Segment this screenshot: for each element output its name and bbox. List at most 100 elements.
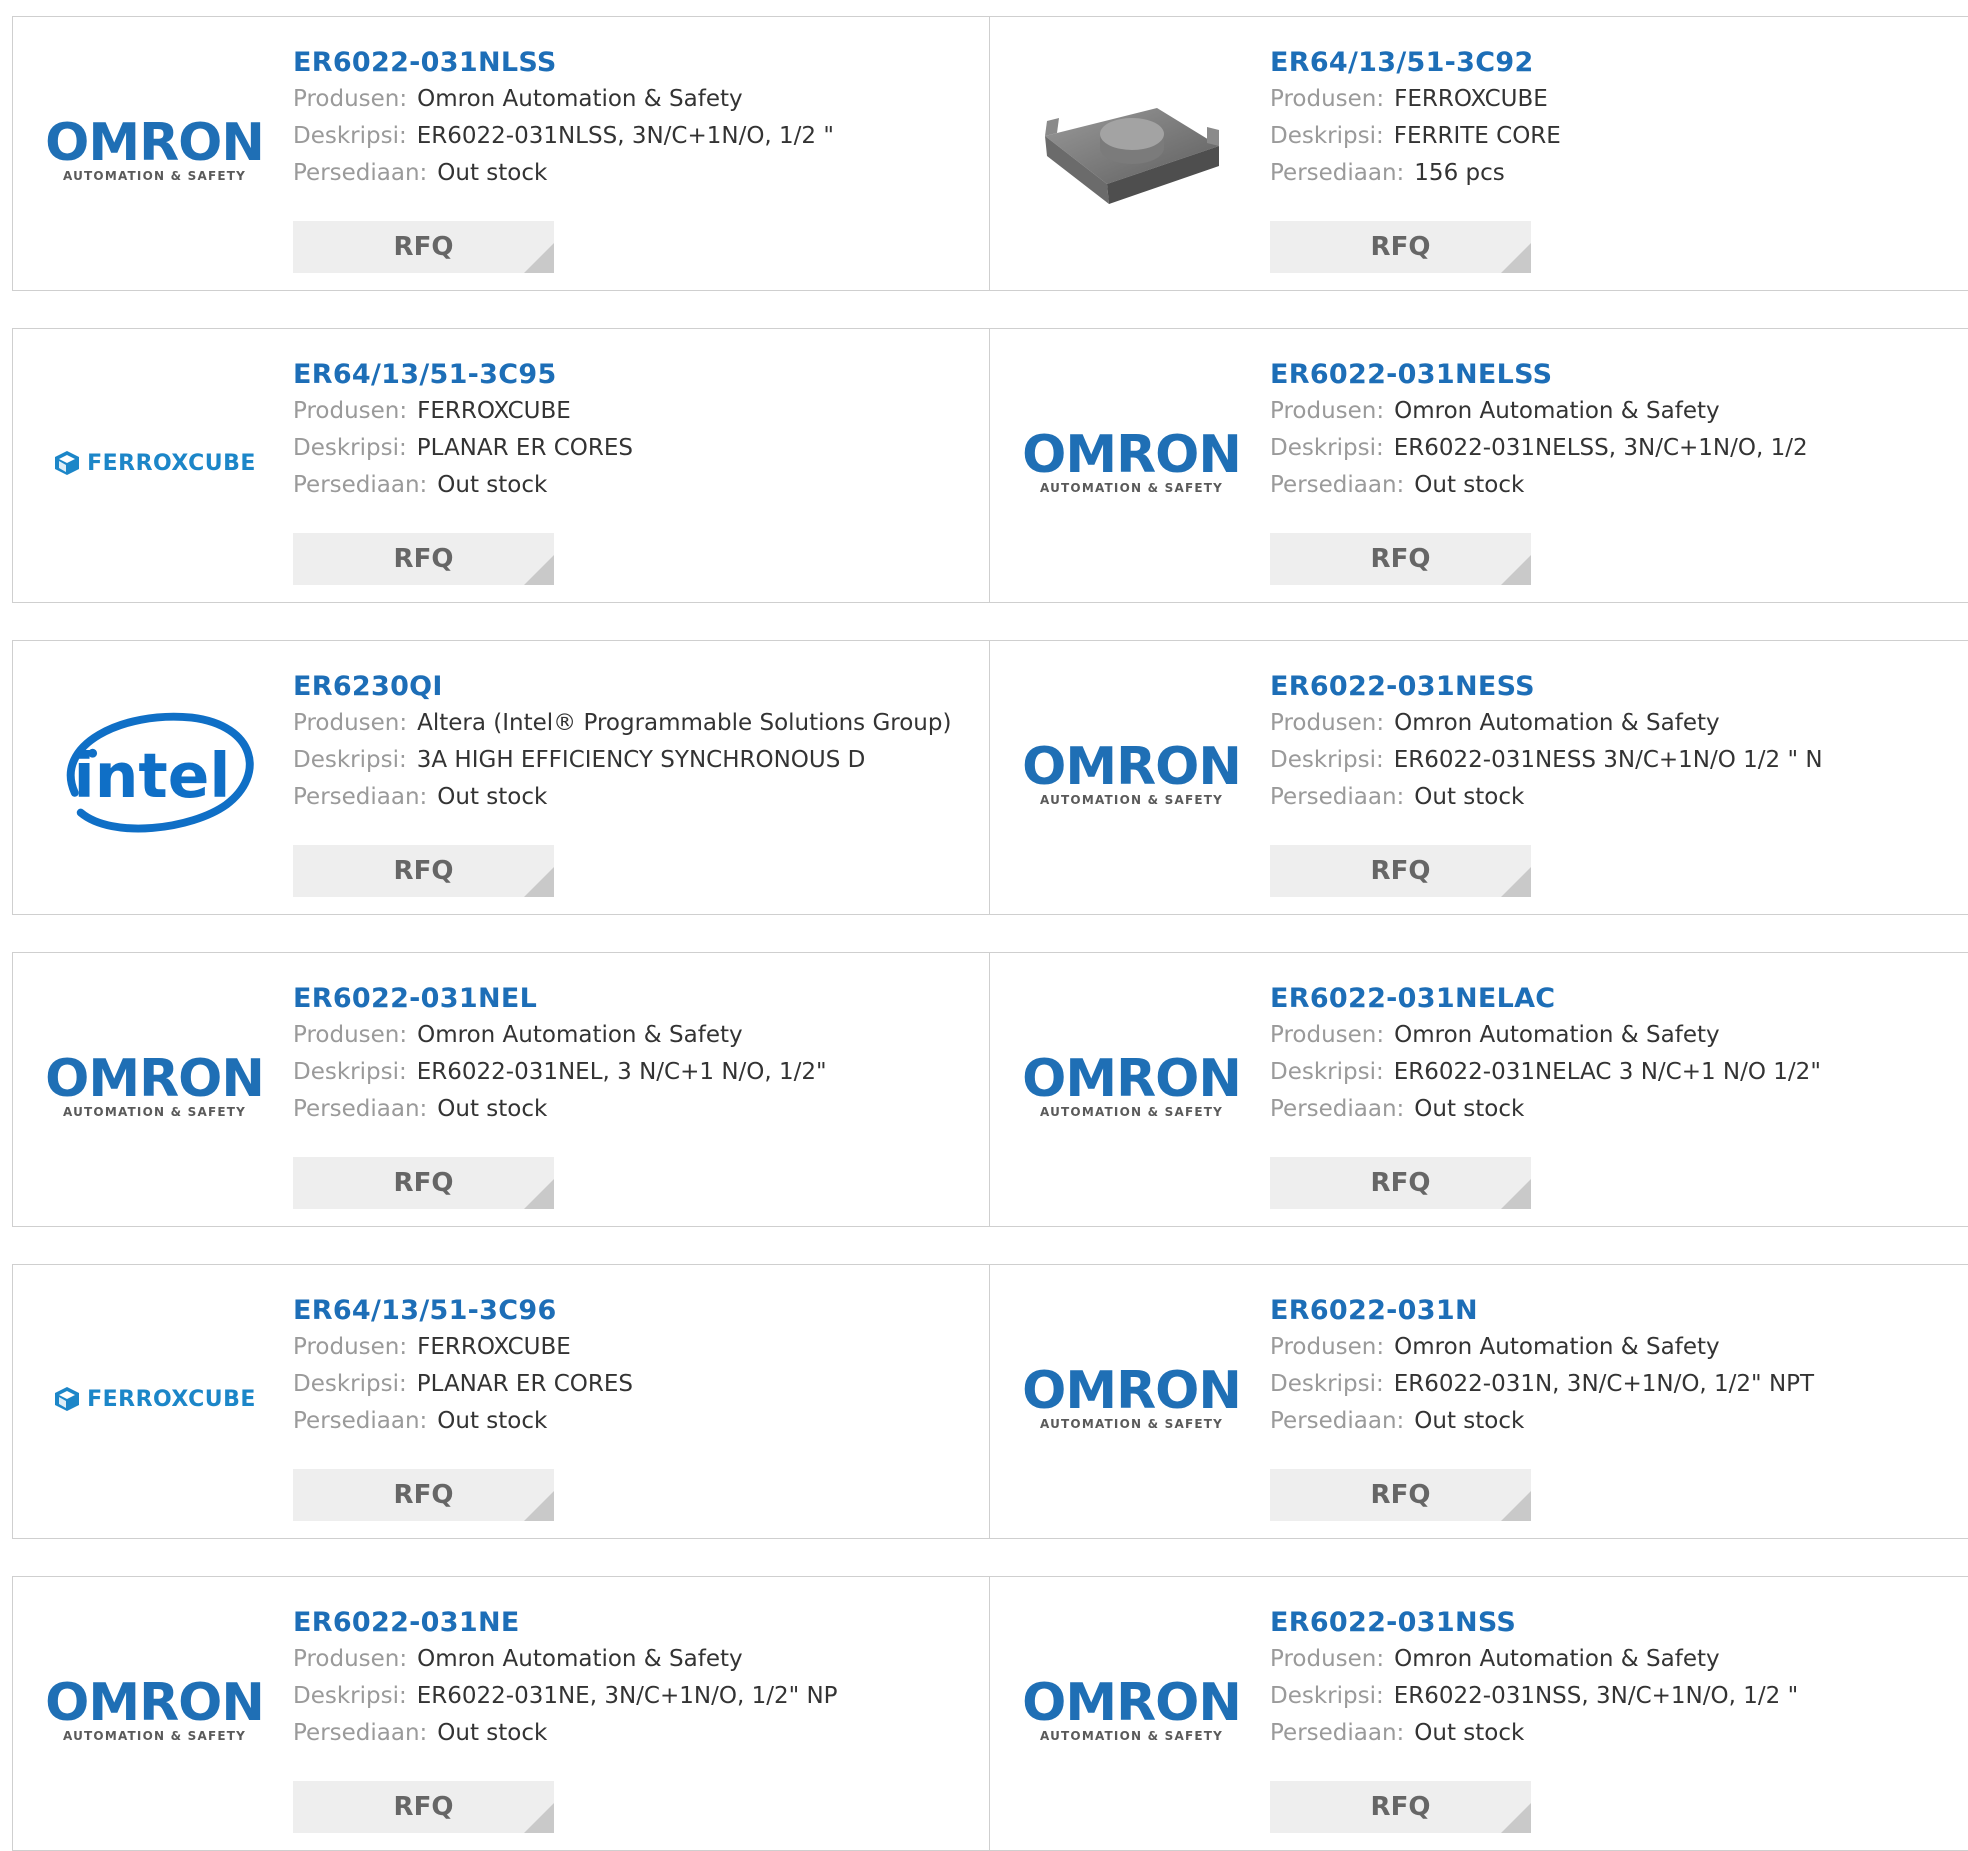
part-number-link[interactable]: ER6022-031NEL (293, 981, 827, 1017)
manufacturer-value: FERROXCUBE (417, 1334, 571, 1360)
manufacturer-label: Produsen: (293, 1022, 408, 1048)
omron-logo-word: OMRON (1022, 1673, 1242, 1733)
description-row: Deskripsi: ER6022-031NELAC 3 N/C+1 N/O 1/… (1270, 1054, 1821, 1091)
rfq-button[interactable]: RFQ (1270, 533, 1531, 585)
stock-row: Persediaan: Out stock (293, 467, 633, 504)
manufacturer-row: Produsen: Omron Automation & Safety (1270, 393, 1808, 430)
manufacturer-label: Produsen: (1270, 398, 1385, 424)
manufacturer-value: FERROXCUBE (417, 398, 571, 424)
corner-triangle-icon (1501, 1491, 1531, 1521)
rfq-button[interactable]: RFQ (293, 1781, 554, 1833)
manufacturer-value: Omron Automation & Safety (1394, 398, 1720, 424)
rfq-label: RFQ (393, 1480, 454, 1510)
part-number-link[interactable]: ER6022-031N (1270, 1293, 1814, 1329)
manufacturer-label: Produsen: (1270, 710, 1385, 736)
manufacturer-value: Omron Automation & Safety (417, 1646, 743, 1672)
part-number-link[interactable]: ER64/13/51-3C96 (293, 1293, 633, 1329)
omron-logo-tagline: AUTOMATION & SAFETY (1039, 1729, 1224, 1743)
part-number-link[interactable]: ER6230QI (293, 669, 951, 705)
intel-logo-icon: intel (66, 712, 254, 833)
brand-logo: OMRON AUTOMATION & SAFETY (1022, 391, 1242, 535)
part-number-link[interactable]: ER64/13/51-3C95 (293, 357, 633, 393)
description-label: Deskripsi: (1270, 123, 1384, 149)
rfq-button[interactable]: RFQ (293, 533, 554, 585)
rfq-label: RFQ (393, 1792, 454, 1822)
omron-logo-tagline: AUTOMATION & SAFETY (62, 169, 247, 183)
description-label: Deskripsi: (293, 123, 407, 149)
stock-label: Persediaan: (1270, 1096, 1405, 1122)
rfq-button[interactable]: RFQ (1270, 221, 1531, 273)
omron-logo-icon: OMRON AUTOMATION & SAFETY (1022, 737, 1242, 807)
description-value: FERRITE CORE (1393, 123, 1561, 149)
omron-logo-word: OMRON (1022, 737, 1242, 797)
omron-logo-tagline: AUTOMATION & SAFETY (1039, 1417, 1224, 1431)
product-info: ER6022-031NLSS Produsen: Omron Automation… (293, 45, 834, 192)
part-number-link[interactable]: ER6022-031NSS (1270, 1605, 1798, 1641)
corner-triangle-icon (1501, 867, 1531, 897)
rfq-button[interactable]: RFQ (293, 845, 554, 897)
manufacturer-label: Produsen: (1270, 1022, 1385, 1048)
rfq-label: RFQ (1370, 1168, 1431, 1198)
part-number-link[interactable]: ER6022-031NLSS (293, 45, 834, 81)
description-value: ER6022-031NELSS, 3N/C+1N/O, 1/2 (1393, 435, 1808, 461)
corner-triangle-icon (1501, 243, 1531, 273)
omron-logo-icon: OMRON AUTOMATION & SAFETY (45, 1049, 265, 1119)
manufacturer-row: Produsen: Omron Automation & Safety (1270, 1017, 1821, 1054)
product-card: OMRON AUTOMATION & SAFETY ER6022-031NSS P… (989, 1576, 1968, 1851)
rfq-label: RFQ (393, 544, 454, 574)
rfq-button[interactable]: RFQ (1270, 845, 1531, 897)
manufacturer-value: FERROXCUBE (1394, 86, 1548, 112)
rfq-button[interactable]: RFQ (293, 1469, 554, 1521)
description-row: Deskripsi: PLANAR ER CORES (293, 430, 633, 467)
stock-row: Persediaan: 156 pcs (1270, 155, 1561, 192)
manufacturer-row: Produsen: Omron Automation & Safety (1270, 705, 1823, 742)
stock-value: Out stock (437, 1408, 548, 1434)
stock-row: Persediaan: Out stock (1270, 467, 1808, 504)
omron-logo-tagline: AUTOMATION & SAFETY (1039, 481, 1224, 495)
rfq-button[interactable]: RFQ (293, 221, 554, 273)
part-number-link[interactable]: ER6022-031NESS (1270, 669, 1823, 705)
part-number-link[interactable]: ER6022-031NELSS (1270, 357, 1808, 393)
manufacturer-row: Produsen: Omron Automation & Safety (1270, 1641, 1798, 1678)
product-card: ER64/13/51-3C92 Produsen: FERROXCUBE Desk… (989, 16, 1968, 291)
rfq-button[interactable]: RFQ (1270, 1781, 1531, 1833)
corner-triangle-icon (524, 1491, 554, 1521)
product-card: OMRON AUTOMATION & SAFETY ER6022-031NELAC… (989, 952, 1968, 1227)
omron-logo-word: OMRON (45, 1049, 265, 1109)
rfq-button[interactable]: RFQ (1270, 1469, 1531, 1521)
stock-row: Persediaan: Out stock (1270, 1091, 1821, 1128)
part-number-link[interactable]: ER6022-031NELAC (1270, 981, 1821, 1017)
stock-row: Persediaan: Out stock (293, 1091, 827, 1128)
manufacturer-row: Produsen: FERROXCUBE (293, 1329, 633, 1366)
omron-logo-tagline: AUTOMATION & SAFETY (1039, 793, 1224, 807)
brand-logo (1030, 79, 1233, 223)
manufacturer-value: Altera (Intel® Programmable Solutions Gr… (417, 710, 952, 736)
manufacturer-row: Produsen: Omron Automation & Safety (293, 1017, 827, 1054)
product-info: ER6022-031NSS Produsen: Omron Automation … (1270, 1605, 1798, 1752)
part-number-link[interactable]: ER64/13/51-3C92 (1270, 45, 1561, 81)
description-row: Deskripsi: ER6022-031NSS, 3N/C+1N/O, 1/2 … (1270, 1678, 1798, 1715)
brand-logo: OMRON AUTOMATION & SAFETY (45, 79, 265, 223)
omron-logo-word: OMRON (1022, 1049, 1242, 1109)
omron-logo-icon: OMRON AUTOMATION & SAFETY (1022, 429, 1242, 495)
description-label: Deskripsi: (1270, 1059, 1384, 1085)
ferroxcube-logo-word: FERROXCUBE (87, 450, 256, 476)
stock-row: Persediaan: Out stock (293, 155, 834, 192)
omron-logo-tagline: AUTOMATION & SAFETY (62, 1105, 247, 1119)
corner-triangle-icon (524, 1803, 554, 1833)
omron-logo-tagline: AUTOMATION & SAFETY (1039, 1105, 1224, 1119)
rfq-button[interactable]: RFQ (1270, 1157, 1531, 1209)
product-info: ER6022-031NEL Produsen: Omron Automation … (293, 981, 827, 1128)
stock-value: Out stock (437, 472, 548, 498)
omron-logo-icon: OMRON AUTOMATION & SAFETY (45, 117, 265, 183)
manufacturer-value: Omron Automation & Safety (417, 86, 743, 112)
description-value: ER6022-031N, 3N/C+1N/O, 1/2" NPT (1393, 1371, 1815, 1397)
product-card: OMRON AUTOMATION & SAFETY ER6022-031NEL P… (12, 952, 992, 1227)
rfq-button[interactable]: RFQ (293, 1157, 554, 1209)
intel-logo-word: intel (74, 741, 231, 812)
part-number-link[interactable]: ER6022-031NE (293, 1605, 838, 1641)
description-row: Deskripsi: PLANAR ER CORES (293, 1366, 633, 1403)
brand-logo: FERROXCUBE (53, 1327, 256, 1471)
description-row: Deskripsi: ER6022-031NLSS, 3N/C+1N/O, 1/2… (293, 118, 834, 155)
description-row: Deskripsi: ER6022-031NE, 3N/C+1N/O, 1/2" … (293, 1678, 838, 1715)
